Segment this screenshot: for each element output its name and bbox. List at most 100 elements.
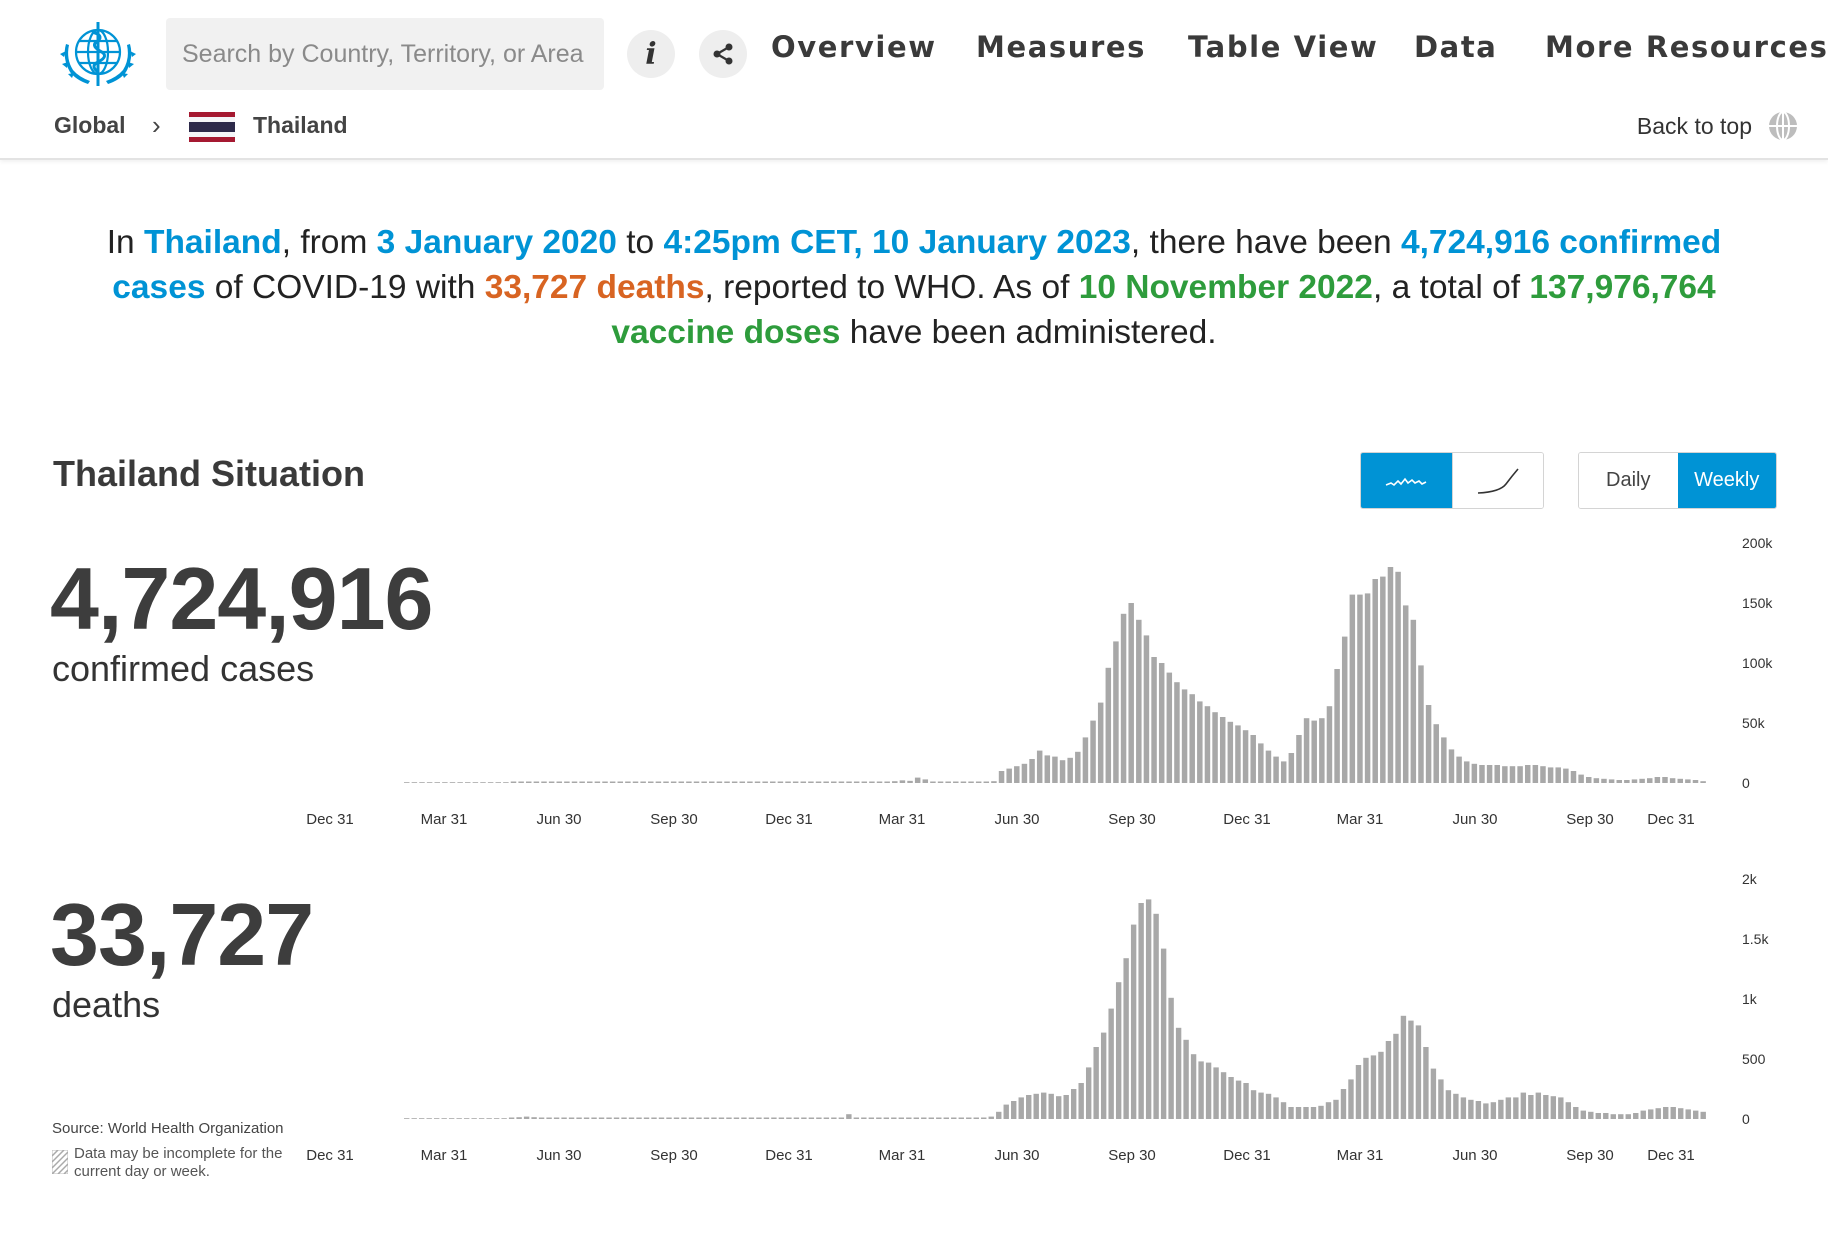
chart-bar (696, 1117, 702, 1119)
chart-bar (1550, 1096, 1557, 1119)
chart-bar (1540, 766, 1546, 783)
chart-bar (1578, 774, 1584, 783)
chart-bar (1543, 1095, 1549, 1119)
chart-bar (1430, 1068, 1437, 1119)
share-icon (713, 43, 733, 65)
chart-bar (501, 1118, 507, 1119)
chart-bar (800, 781, 807, 783)
chart-bar (561, 1117, 567, 1119)
chart-bar (678, 781, 685, 783)
chart-bar (816, 1117, 822, 1119)
chart-bar (495, 782, 501, 783)
chart-bar (1678, 1108, 1684, 1119)
chart-bar (1138, 903, 1144, 1119)
chart-bar (1588, 1111, 1594, 1119)
chart-bar (1136, 619, 1142, 783)
chart-bar (853, 1117, 860, 1119)
back-to-top-link[interactable]: Back to top (1637, 113, 1752, 140)
chart-bar (777, 781, 784, 783)
chart-bar (1014, 766, 1020, 783)
breadcrumb-global[interactable]: Global (54, 112, 126, 142)
chart-bar (815, 781, 822, 783)
chart-bar (1393, 1033, 1399, 1119)
chart-bar (1603, 1113, 1609, 1119)
chart-bar (1448, 749, 1455, 783)
chart-bar (1505, 1097, 1512, 1119)
chart-bar (617, 781, 624, 783)
x-tick-label: Sep 30 (1566, 811, 1614, 828)
chart-bar (1685, 1109, 1691, 1119)
chart-bar (1471, 763, 1478, 783)
share-button[interactable] (699, 30, 747, 78)
chart-bar (716, 781, 723, 783)
x-tick-label: Dec 31 (1647, 1147, 1695, 1164)
chart-bar (1048, 1093, 1054, 1119)
chart-bar (724, 781, 730, 783)
chart-bar (1115, 982, 1122, 1119)
nav-overview[interactable]: Overview (771, 30, 937, 64)
chart-bar (1524, 765, 1531, 783)
info-button[interactable]: i (627, 30, 675, 78)
chart-bar (922, 779, 929, 783)
new-cases-mode-button[interactable] (1361, 453, 1452, 508)
chart-bar (609, 781, 616, 783)
summary-deaths: 33,727 deaths (484, 269, 705, 306)
search-input[interactable] (166, 18, 604, 90)
y-tick-label: 100k (1742, 655, 1773, 671)
chart-bar (1242, 730, 1249, 783)
chart-bar (1197, 701, 1203, 783)
chart-bar (594, 781, 601, 783)
summary-paragraph: In Thailand, from 3 January 2020 to 4:25… (60, 220, 1768, 355)
globe-icon[interactable] (1767, 110, 1799, 142)
cumulative-mode-button[interactable] (1451, 453, 1543, 508)
chart-bar (808, 781, 814, 783)
chart-bar (1425, 705, 1432, 783)
chart-bar (756, 1117, 762, 1119)
summary-text: , there have been (1130, 224, 1401, 261)
chart-bar (876, 781, 883, 783)
chart-bar (1250, 735, 1256, 783)
chart-bar (1677, 778, 1683, 783)
chart-bar (673, 1117, 680, 1119)
chart-bar (778, 1117, 785, 1119)
weekly-button[interactable]: Weekly (1677, 453, 1776, 508)
chart-bar (510, 781, 517, 783)
nav-data[interactable]: Data (1414, 30, 1497, 64)
chart-bar (785, 781, 791, 783)
chart-bar (1280, 761, 1287, 783)
chart-bar (861, 781, 868, 783)
chart-bar (1348, 1079, 1354, 1119)
chart-bar (884, 781, 890, 783)
summary-text: have been administered. (840, 314, 1217, 351)
chart-bar (591, 1117, 597, 1119)
y-tick-label: 200k (1742, 535, 1773, 551)
chart-bar (958, 1117, 964, 1119)
chart-bar (899, 780, 906, 783)
hatched-pattern-icon (52, 1150, 68, 1174)
chart-bar (709, 781, 715, 783)
chart-bar (688, 1117, 695, 1119)
nav-measures[interactable]: Measures (976, 30, 1146, 64)
chart-bar (1120, 613, 1127, 783)
chart-bar (1078, 1083, 1084, 1119)
nav-more-resources[interactable]: More Resources (1545, 30, 1828, 64)
chart-bar (681, 1117, 687, 1119)
chart-bar (613, 1117, 620, 1119)
who-logo[interactable] (52, 14, 144, 94)
nav-table-view[interactable]: Table View (1188, 30, 1378, 64)
chart-bar (1220, 1072, 1227, 1119)
chart-bar (606, 1117, 612, 1119)
chart-bar (731, 781, 738, 783)
chart-bar (846, 1114, 852, 1119)
chart-bar (883, 1117, 890, 1119)
chart-bar (457, 782, 463, 783)
chart-bar (579, 781, 585, 783)
daily-button[interactable]: Daily (1579, 453, 1678, 508)
chart-bar (1580, 1110, 1586, 1119)
chart-bar (1565, 1102, 1572, 1119)
chart-bar (1303, 1107, 1309, 1119)
chart-bar (701, 781, 707, 783)
chart-bar (655, 781, 662, 783)
chart-bar (754, 781, 761, 783)
chart-bar (1258, 743, 1264, 783)
